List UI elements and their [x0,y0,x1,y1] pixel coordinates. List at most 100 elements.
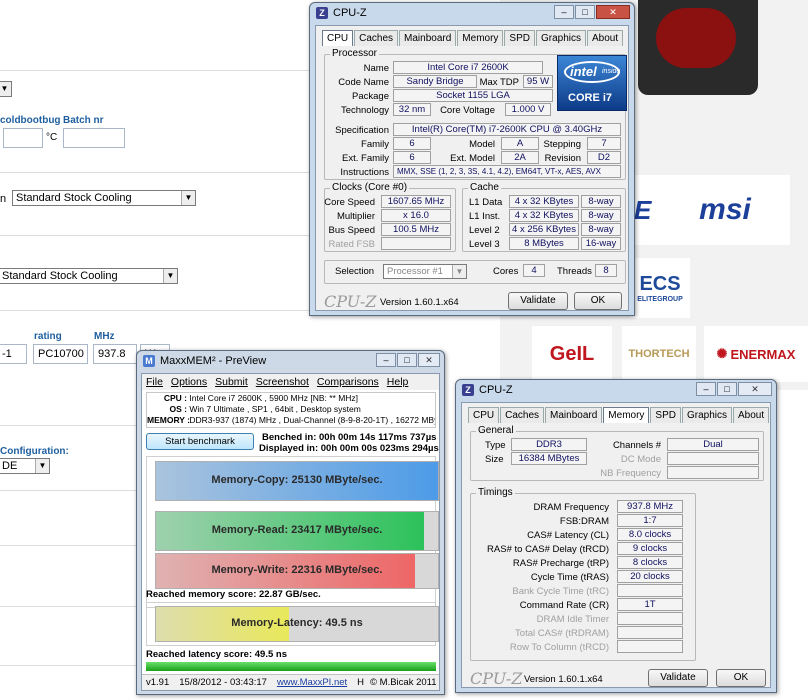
enermax-logo: ✺ ENERMAX [704,326,808,382]
latency-bar: Memory-Latency: 49.5 ns [155,606,439,642]
timing-label: Command Rate (CR) [519,600,609,611]
stepping-label: Stepping [543,139,581,150]
group-title: Timings [476,487,515,498]
latency-results-box: Memory-Latency: 49.5 ns [146,602,439,646]
website-link[interactable]: www.MaxxPI.net [277,677,347,688]
close-button[interactable]: ✕ [418,353,440,367]
l1-inst-value: 4 x 32 KBytes [509,209,579,222]
close-button[interactable]: ✕ [738,382,772,396]
menu-bar: File Options Submit Screenshot Compariso… [142,374,439,390]
maximize-button[interactable]: □ [717,382,737,396]
model-label: Model [469,139,495,150]
stepping-value: 7 [587,137,621,150]
menu-screenshot[interactable]: Screenshot [256,376,309,388]
tab-mainboard[interactable]: Mainboard [545,407,603,423]
specification-label: Specification [335,125,389,136]
menu-submit[interactable]: Submit [215,376,248,388]
ecs-logo: ECS ELITEGROUP [630,258,690,318]
tab-spd[interactable]: SPD [504,30,535,46]
mhz-input[interactable]: 937.8 [93,344,137,364]
version-text: v1.91 [146,677,170,688]
divider [0,545,140,546]
menu-comparisons[interactable]: Comparisons [317,376,379,388]
maximize-button[interactable]: □ [397,353,417,367]
configuration-select[interactable]: DE ▼ [0,458,50,474]
tab-memory[interactable]: Memory [457,30,504,46]
tab-mainboard[interactable]: Mainboard [399,30,457,46]
cpuz-app-icon: Z [316,7,328,19]
tab-spd[interactable]: SPD [650,407,681,423]
rating-input[interactable]: PC10700 [33,344,88,364]
system-info-box: CPU : Intel Core i7 2600K , 5900 MHz [NB… [146,392,436,428]
select-partial[interactable]: ▼ [0,81,12,97]
cpuz-brand-logo: CPU-Z [324,292,377,311]
tab-graphics[interactable]: Graphics [535,30,586,46]
cooling-select[interactable]: Standard Stock Cooling ▼ [12,190,196,206]
bandwidth-results-box: Memory-Copy: 25130 MByte/sec. Memory-Rea… [146,456,439,608]
cpuz-tabs: CPU Caches Mainboard Memory SPD Graphics… [322,30,624,46]
label-configuration: Configuration: [0,446,69,457]
cpu-value: Intel Core i7 2600K , 5900 MHz [NB: ** M… [189,393,359,403]
type-label: Type [485,440,506,451]
cooling-select-2[interactable]: Standard Stock Cooling ▼ [0,268,178,284]
divider [0,606,140,607]
timing-value: 20 clocks [617,570,683,583]
minimize-button[interactable]: – [376,353,396,367]
channels-label: Channels # [612,440,661,451]
rated-fsb-value [381,237,451,250]
cpuz-app-icon: Z [462,384,474,396]
selection-group: Selection Processor #1 ▼ Cores 4 Threads … [324,260,626,284]
tab-about[interactable]: About [587,30,624,46]
processor-select[interactable]: Processor #1 ▼ [383,264,467,279]
validate-button[interactable]: Validate [648,669,708,687]
benched-time: Benched in: 00h 00m 14s 117ms 737µs [262,432,437,443]
tab-memory[interactable]: Memory [603,407,650,423]
timing-value: 9 clocks [617,542,683,555]
ok-button[interactable]: OK [716,669,766,687]
revision-value: D2 [587,151,621,164]
ok-button[interactable]: OK [574,292,622,310]
window-title: CPU-Z [479,384,513,396]
menu-file[interactable]: File [146,376,163,388]
instructions-label: Instructions [340,167,389,178]
start-benchmark-button[interactable]: Start benchmark [146,433,254,450]
tab-cpu[interactable]: CPU [322,30,354,46]
maximize-button[interactable]: □ [575,5,595,19]
cooling-select-2-value: Standard Stock Cooling [2,270,118,282]
version-label: Version 1.60.1.x64 [380,297,459,308]
os-label: OS : [169,404,187,414]
tab-caches[interactable]: Caches [354,30,399,46]
cpuz-cpu-client: CPU Caches Mainboard Memory SPD Graphics… [315,25,629,311]
tab-caches[interactable]: Caches [500,407,545,423]
product-image [638,0,758,95]
nb-frequency-value [667,466,759,479]
window-title: CPU-Z [333,7,367,19]
window-title: MaxxMEM² - PreView [160,355,267,367]
threads-value: 8 [595,264,617,277]
tab-graphics[interactable]: Graphics [681,407,732,423]
channels-value: Dual [667,438,759,451]
menu-help[interactable]: Help [387,376,409,388]
validate-button[interactable]: Validate [508,292,568,310]
timing-value [617,612,683,625]
date-text: 15/8/2012 - 03:43:17 [179,677,267,688]
core-speed-value: 1607.65 MHz [381,195,451,208]
tab-about[interactable]: About [733,407,770,423]
batch-input[interactable] [63,128,125,148]
field-a-input[interactable]: -1 [0,344,27,364]
level2-value: 4 x 256 KBytes [509,223,579,236]
cpuz-memory-window: Z CPU-Z – □ ✕ CPU Caches Mainboard Memor… [455,379,777,693]
timing-label: DRAM Frequency [533,502,610,513]
coldbootbug-input[interactable] [3,128,43,148]
bus-speed-value: 100.5 MHz [381,223,451,236]
menu-options[interactable]: Options [171,376,207,388]
tab-cpu[interactable]: CPU [468,407,500,423]
close-button[interactable]: ✕ [596,5,630,19]
memory-read-result: Memory-Read: 23417 MByte/sec. [211,524,383,536]
dc-mode-value [667,452,759,465]
minimize-button[interactable]: – [554,5,574,19]
minimize-button[interactable]: – [696,382,716,396]
copyright-text: © M.Bicak 2011 [370,677,437,688]
ext-family-value: 6 [393,151,431,164]
latency-result: Memory-Latency: 49.5 ns [231,617,363,629]
